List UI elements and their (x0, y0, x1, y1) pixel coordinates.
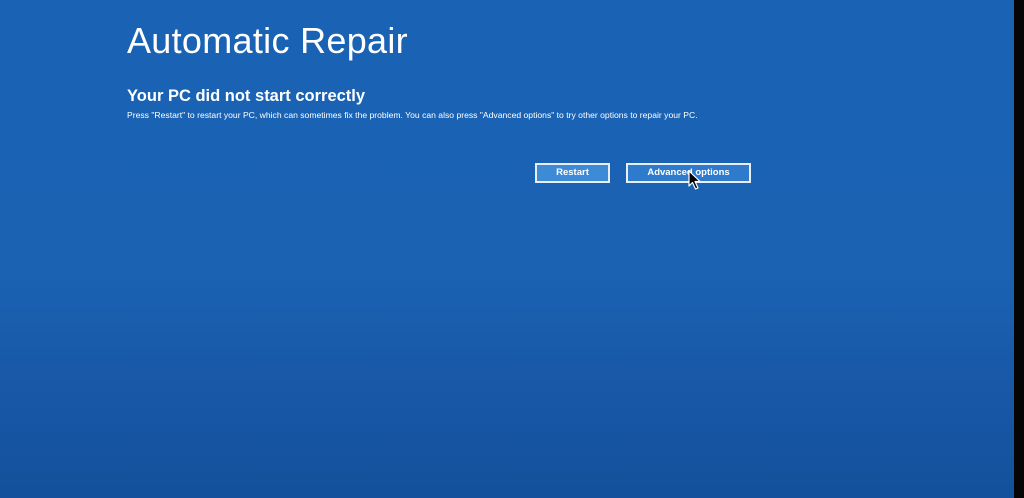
mouse-pointer-icon (688, 170, 701, 190)
page-title: Automatic Repair (127, 20, 408, 61)
page-subtitle: Your PC did not start correctly (127, 87, 366, 105)
automatic-repair-screen: Automatic Repair Your PC did not start c… (0, 0, 1014, 498)
description-text: Press "Restart" to restart your PC, whic… (127, 110, 698, 120)
screen-edge-bar (1014, 0, 1024, 498)
restart-button[interactable]: Restart (535, 163, 610, 183)
